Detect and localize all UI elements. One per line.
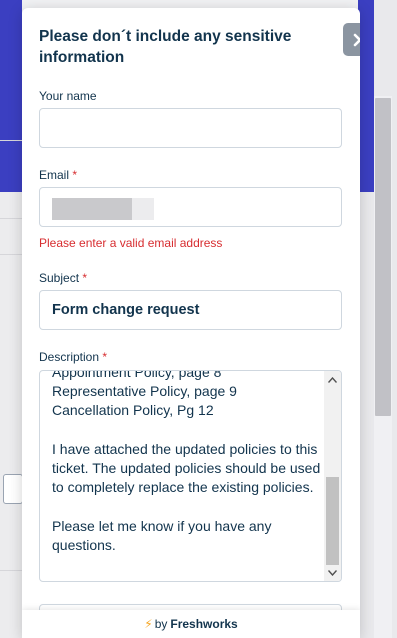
subject-input[interactable] xyxy=(39,290,342,330)
lightning-bolt-icon: ⚡ xyxy=(144,617,153,631)
footer-prefix: by xyxy=(154,617,168,631)
redacted-email-value xyxy=(52,198,132,220)
close-button[interactable] xyxy=(343,23,360,56)
close-icon xyxy=(353,33,360,46)
widget-title: Please don´t include any sensitive infor… xyxy=(39,28,292,66)
scroll-down-arrow-icon[interactable] xyxy=(324,564,341,581)
powered-by-footer[interactable]: ⚡ by Freshworks xyxy=(22,610,360,638)
description-label: Description * xyxy=(39,350,107,364)
footer-brand[interactable]: Freshworks xyxy=(170,617,237,631)
background-control xyxy=(3,474,23,504)
name-input[interactable] xyxy=(39,108,342,148)
background-divider xyxy=(0,218,22,219)
background-accent-right xyxy=(358,0,374,192)
page-scrollbar-thumb[interactable] xyxy=(375,98,391,416)
background-divider xyxy=(0,570,22,571)
description-scrollbar[interactable] xyxy=(324,371,341,581)
email-label: Email * xyxy=(39,168,77,182)
description-scrollbar-thumb[interactable] xyxy=(326,477,339,565)
description-text[interactable]: Appointment Policy, page 8 Representativ… xyxy=(52,371,322,555)
subject-label-text: Subject xyxy=(39,271,80,285)
redacted-email-value-edge xyxy=(132,198,154,220)
email-label-text: Email xyxy=(39,168,70,182)
background-divider xyxy=(0,254,22,255)
subject-label: Subject * xyxy=(39,271,87,285)
scroll-up-arrow-icon[interactable] xyxy=(324,371,341,388)
name-label: Your name xyxy=(39,89,97,103)
required-mark: * xyxy=(102,350,108,364)
description-textarea[interactable]: Appointment Policy, page 8 Representativ… xyxy=(39,370,342,582)
name-label-text: Your name xyxy=(39,89,97,103)
background-divider xyxy=(0,140,22,141)
required-mark: * xyxy=(82,271,88,285)
description-label-text: Description xyxy=(39,350,100,364)
email-error-message: Please enter a valid email address xyxy=(39,236,223,250)
feedback-widget: Please don´t include any sensitive infor… xyxy=(22,8,360,638)
required-mark: * xyxy=(72,168,78,182)
